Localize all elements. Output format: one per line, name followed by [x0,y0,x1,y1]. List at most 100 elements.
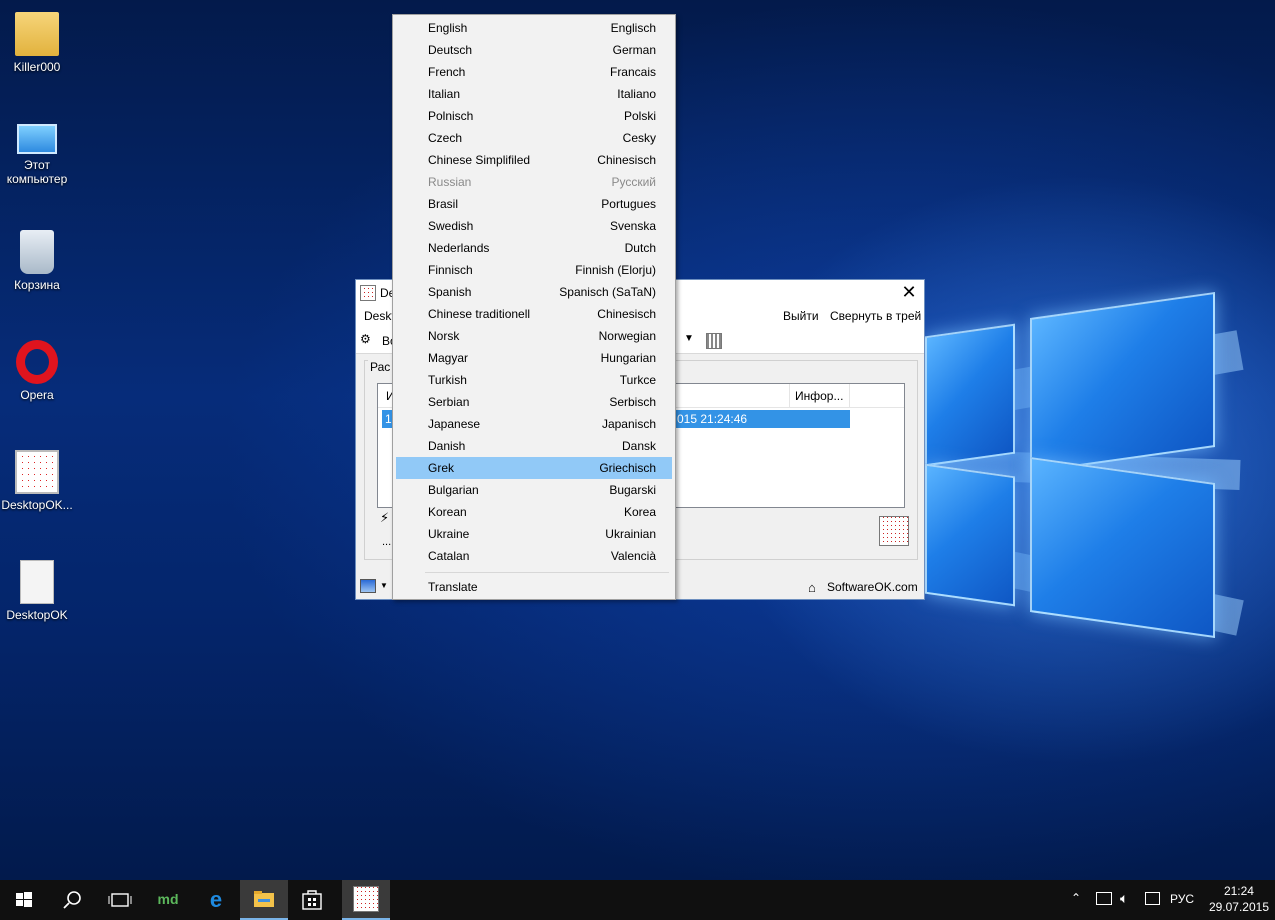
menu-item-language[interactable]: Chinese Simplifiled Chinesisch [396,149,672,171]
desktop-icon-user-folder[interactable]: Killer000 [0,12,77,74]
menu-item-language[interactable]: Norsk Norwegian [396,325,672,347]
search-icon [63,891,81,909]
start-button[interactable] [0,880,48,920]
menu-item-label: Chinese Simplifiled [428,153,531,167]
column-separator [849,384,850,408]
menu-item-label: Swedish [428,219,474,233]
menu-item-language[interactable]: Deutsch German [396,39,672,61]
menu-item-label: Czech [428,131,463,145]
menu-minimize-to-tray[interactable]: Свернуть в трей [830,309,921,323]
grid-view-icon[interactable] [706,333,722,349]
logo-pane [925,323,1015,467]
desktopok-taskbar-button[interactable] [342,880,390,920]
menu-item-native-name: German [612,43,656,57]
menu-item-language[interactable]: French Francais [396,61,672,83]
menu-item-language[interactable]: Ukraine Ukrainian [396,523,672,545]
menu-item-language[interactable]: Grek Griechisch [396,457,672,479]
chevron-down-icon[interactable]: ▼ [380,581,388,590]
chevron-down-icon[interactable]: ▼ [684,333,694,344]
menu-item-label: Chinese traditionell [428,307,531,321]
menu-item-label: English [428,21,468,35]
menu-item-language[interactable]: Italian Italiano [396,83,672,105]
menu-item-label: Finnisch [428,263,473,277]
clock-time: 21:24 [1223,884,1254,898]
menu-item-language[interactable]: Polnisch Polski [396,105,672,127]
desktop-icon-label: Killer000 [13,60,61,74]
menu-item-language[interactable]: English Englisch [396,17,672,39]
menu-item-language[interactable]: Finnisch Finnish (Elorju) [396,259,672,281]
desktopok-taskbar-icon [353,886,379,912]
menu-item-language[interactable]: Catalan Valencià [396,545,672,567]
menu-item-label: French [428,65,466,79]
menu-item-native-name: Dansk [621,439,656,453]
menu-item-label: Italian [428,87,461,101]
menu-desktop[interactable]: Deskt [364,309,395,323]
show-hidden-icons-chevron-icon[interactable]: ⌃ [1071,891,1081,920]
restore-icon[interactable]: ⚙ [360,332,376,348]
user-folder-icon [15,12,59,56]
desktop-icon-label: Opera [20,388,54,402]
menu-item-native-name: Polski [623,109,656,123]
start-icon [16,892,32,907]
menu-item-native-name: Chinesisch [597,153,656,167]
home-icon: ⌂ [808,580,816,595]
volume-icon[interactable]: 🔈︎ [1120,890,1128,920]
menu-item-language[interactable]: Serbian Serbisch [396,391,672,413]
md-app-button[interactable]: md [144,880,192,920]
menu-exit[interactable]: Выйти [783,309,819,323]
menu-item-language[interactable]: Magyar Hungarian [396,347,672,369]
menu-item-translate[interactable]: Translate [396,576,672,598]
menu-item-language[interactable]: Swedish Svenska [396,215,672,237]
menu-item-language[interactable]: Turkish Turkce [396,369,672,391]
desktop-icon-recycle-bin[interactable]: Корзина [0,230,77,292]
desktop-icon-opera[interactable]: Opera [0,340,77,402]
desktop-icon-desktopok-shortcut[interactable]: DesktopOK... [0,450,77,512]
edge-button[interactable]: e [192,880,240,920]
language-indicator[interactable]: РУС [1170,892,1194,920]
menu-item-language[interactable]: Korean Korea [396,501,672,523]
opera-icon [16,340,58,384]
lightning-icon[interactable]: ⚡ [380,510,389,526]
menu-item-language[interactable]: Brasil Portugues [396,193,672,215]
network-icon[interactable] [1096,892,1112,905]
store-button[interactable] [288,880,336,920]
softwareok-link[interactable]: SoftwareOK.com [827,580,918,594]
menu-item-language[interactable]: Spanish Spanisch (SaTaN) [396,281,672,303]
group-label: Рас [368,360,393,374]
logo-pane [1030,456,1215,638]
close-button[interactable]: ✕ [894,280,924,306]
menu-item-label: Danish [428,439,466,453]
menu-item-language[interactable]: Bulgarian Bugarski [396,479,672,501]
task-view-button[interactable] [96,880,144,920]
screen-icon[interactable] [360,579,376,593]
menu-item-label: Japanese [428,417,481,431]
desktopok-icon [15,450,59,494]
menu-item-label: Korean [428,505,467,519]
desktop-icon-desktopok-file[interactable]: DesktopOK [0,560,77,622]
menu-item-label: Ukraine [428,527,470,541]
menu-item-label: Catalan [428,549,470,563]
settings-file-icon [20,560,54,604]
menu-separator [425,572,669,573]
file-explorer-button[interactable] [240,880,288,920]
desktop-background: Killer000 Этот компьютер Корзина Opera D… [0,0,1275,880]
menu-item-label: Translate [428,580,478,594]
menu-item-language[interactable]: Japanese Japanisch [396,413,672,435]
desktop-icon-this-pc[interactable]: Этот компьютер [0,120,77,186]
menu-item-native-name: Norwegian [598,329,656,343]
menu-item-language[interactable]: Danish Dansk [396,435,672,457]
menu-item-language[interactable]: Czech Cesky [396,127,672,149]
menu-item-native-name: Hungarian [600,351,656,365]
search-button[interactable] [48,880,96,920]
menu-item-label: Bulgarian [428,483,479,497]
menu-item-label: Magyar [428,351,469,365]
menu-item-language[interactable]: Nederlands Dutch [396,237,672,259]
clock[interactable]: 21:24 29.07.2015 [1209,883,1269,915]
menu-item-native-name: Korea [623,505,656,519]
column-separator [789,384,790,408]
column-header-info[interactable]: Инфор... [795,389,843,403]
menu-item-language[interactable]: Chinese traditionell Chinesisch [396,303,672,325]
desktop-icon-label: Этот компьютер [6,158,68,186]
notifications-icon[interactable] [1145,892,1160,905]
language-menu: English Englisch Deutsch German French Franca… [392,14,676,600]
